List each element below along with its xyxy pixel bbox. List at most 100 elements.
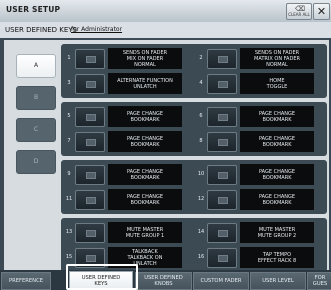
selected-tab-highlight [66,264,138,290]
user-label: for Administrator [71,26,123,33]
user-key-3: 3 ALTERNATE FUNCTION UNLATCH [64,73,188,95]
key-number: 13 [65,229,73,235]
key-number: 16 [197,254,205,260]
user-key-5: 5 PAGE CHANGE BOOKMARK [64,106,188,128]
key-number: 1 [67,55,71,61]
key-function-line: BOOKMARK [262,199,292,206]
key-function-line: MUTE GROUP 2 [257,232,297,239]
section-header: USER DEFINED KEYS for Administrator [0,22,331,38]
key-assign-button[interactable] [75,74,105,94]
user-key-12: 12 PAGE CHANGE BOOKMARK [196,189,320,211]
bank-tab-label: C [33,126,39,133]
key-number: 2 [199,55,203,61]
user-key-13: 13 MUTE MASTER MUTE GROUP 1 [64,222,188,244]
key-assign-button[interactable] [75,132,105,152]
key-function-label[interactable]: SENDS ON FADER MATRIX ON FADER NORMAL [240,48,314,69]
user-key-8: 8 PAGE CHANGE BOOKMARK [196,131,320,153]
bottom-tab-label: CUSTOM FADER [200,278,242,284]
key-assign-button[interactable] [75,49,105,69]
key-number: 15 [65,254,73,260]
key-function-line: UNLATCH [133,83,157,90]
key-assign-button[interactable] [207,132,237,152]
key-function-line: BOOKMARK [262,116,292,123]
key-assign-button[interactable] [207,49,237,69]
key-function-line: BOOKMARK [262,141,292,148]
key-function-label[interactable]: PAGE CHANGE BOOKMARK [240,189,314,210]
main-area: A B C D 1 SENDS ON FADER MIX ON FADER NORMA… [4,40,329,272]
window-title: USER SETUP [6,5,61,14]
tab-preference[interactable]: PREFERENCE [1,272,51,290]
key-function-line: BOOKMARK [130,174,160,181]
bank-tab-label: D [33,158,39,165]
key-function-line: EFFECT RACK 8 [257,257,297,264]
key-assign-button[interactable] [207,107,237,127]
key-function-line: NORMAL [134,61,156,68]
bottom-tab-label: FOR GUES [312,275,328,287]
user-key-6: 6 PAGE CHANGE BOOKMARK [196,106,320,128]
bottom-tab-bar: PREFERENCE USER DEFINED KEYS USER DEFINED… [0,270,331,290]
key-function-line: BOOKMARK [130,141,160,148]
key-assign-button[interactable] [75,107,105,127]
bank-tab-label: A [33,62,39,69]
key-function-label[interactable]: PAGE CHANGE BOOKMARK [108,131,182,152]
bank-tab-a[interactable]: A [16,54,56,78]
user-key-14: 14 MUTE MASTER MUTE GROUP 2 [196,222,320,244]
key-function-label[interactable]: HOME TOGGLE [240,73,314,94]
key-assign-button[interactable] [75,190,105,210]
user-key-9: 9 PAGE CHANGE BOOKMARK [64,164,188,186]
bank-tab-label: B [33,94,39,101]
key-number: 7 [67,138,71,144]
key-function-line: NORMAL [266,61,288,68]
key-function-line: BOOKMARK [130,199,160,206]
bottom-tab-label: PREFERENCE [9,278,43,284]
key-assign-button[interactable] [75,165,105,185]
close-button[interactable]: ✕ [313,3,330,20]
key-function-label[interactable]: PAGE CHANGE BOOKMARK [108,106,182,127]
key-assign-button[interactable] [207,248,237,268]
key-function-line: BOOKMARK [262,174,292,181]
key-assign-button[interactable] [75,223,105,243]
user-key-1: 1 SENDS ON FADER MIX ON FADER NORMAL [64,48,188,70]
key-function-line: TOGGLE [266,83,288,90]
key-assign-button[interactable] [207,223,237,243]
user-setup-window: USER SETUP ⌫ CLEAR ALL ✕ USER DEFINED KE… [0,0,331,290]
tab-user-level[interactable]: USER LEVEL [250,272,306,290]
bank-tab-d[interactable]: D [16,150,56,174]
key-number: 4 [199,80,203,86]
key-function-label[interactable]: PAGE CHANGE BOOKMARK [108,189,182,210]
tab-custom-fader[interactable]: CUSTOM FADER [193,272,249,290]
key-assign-button[interactable] [207,165,237,185]
user-key-16: 16 TAP TEMPO EFFECT RACK 8 [196,247,320,269]
key-function-label[interactable]: PAGE CHANGE BOOKMARK [240,106,314,127]
clear-all-button[interactable]: ⌫ CLEAR ALL [286,3,312,20]
close-icon: ✕ [316,5,327,18]
key-function-label[interactable]: PAGE CHANGE BOOKMARK [108,164,182,185]
user-key-11: 11 PAGE CHANGE BOOKMARK [64,189,188,211]
clear-all-label: CLEAR ALL [288,12,310,17]
tab-for-guest[interactable]: FOR GUES [307,272,331,290]
key-number: 9 [67,171,71,177]
key-number: 8 [199,138,203,144]
key-assign-button[interactable] [207,190,237,210]
key-number: 10 [197,171,205,177]
key-function-label[interactable]: SENDS ON FADER MIX ON FADER NORMAL [108,48,182,69]
bank-tab-b[interactable]: B [16,86,56,110]
key-number: 6 [199,113,203,119]
key-number: 3 [67,80,71,86]
bank-tab-c[interactable]: C [16,118,56,142]
key-function-line: BOOKMARK [130,116,160,123]
key-function-label[interactable]: PAGE CHANGE BOOKMARK [240,131,314,152]
section-title: USER DEFINED KEYS [5,26,77,34]
bottom-tab-label: USER DEFINED KNOBS [144,275,183,287]
key-function-label[interactable]: MUTE MASTER MUTE GROUP 2 [240,222,314,243]
key-function-label[interactable]: PAGE CHANGE BOOKMARK [240,164,314,185]
user-key-4: 4 HOME TOGGLE [196,73,320,95]
user-key-10: 10 PAGE CHANGE BOOKMARK [196,164,320,186]
key-number: 14 [197,229,205,235]
tab-user-defined-knobs[interactable]: USER DEFINED KNOBS [135,272,192,290]
key-function-label[interactable]: ALTERNATE FUNCTION UNLATCH [108,73,182,94]
key-assign-button[interactable] [207,74,237,94]
key-function-label[interactable]: MUTE MASTER MUTE GROUP 1 [108,222,182,243]
key-function-label[interactable]: TAP TEMPO EFFECT RACK 8 [240,247,314,268]
title-bar: USER SETUP ⌫ CLEAR ALL ✕ [0,0,331,23]
